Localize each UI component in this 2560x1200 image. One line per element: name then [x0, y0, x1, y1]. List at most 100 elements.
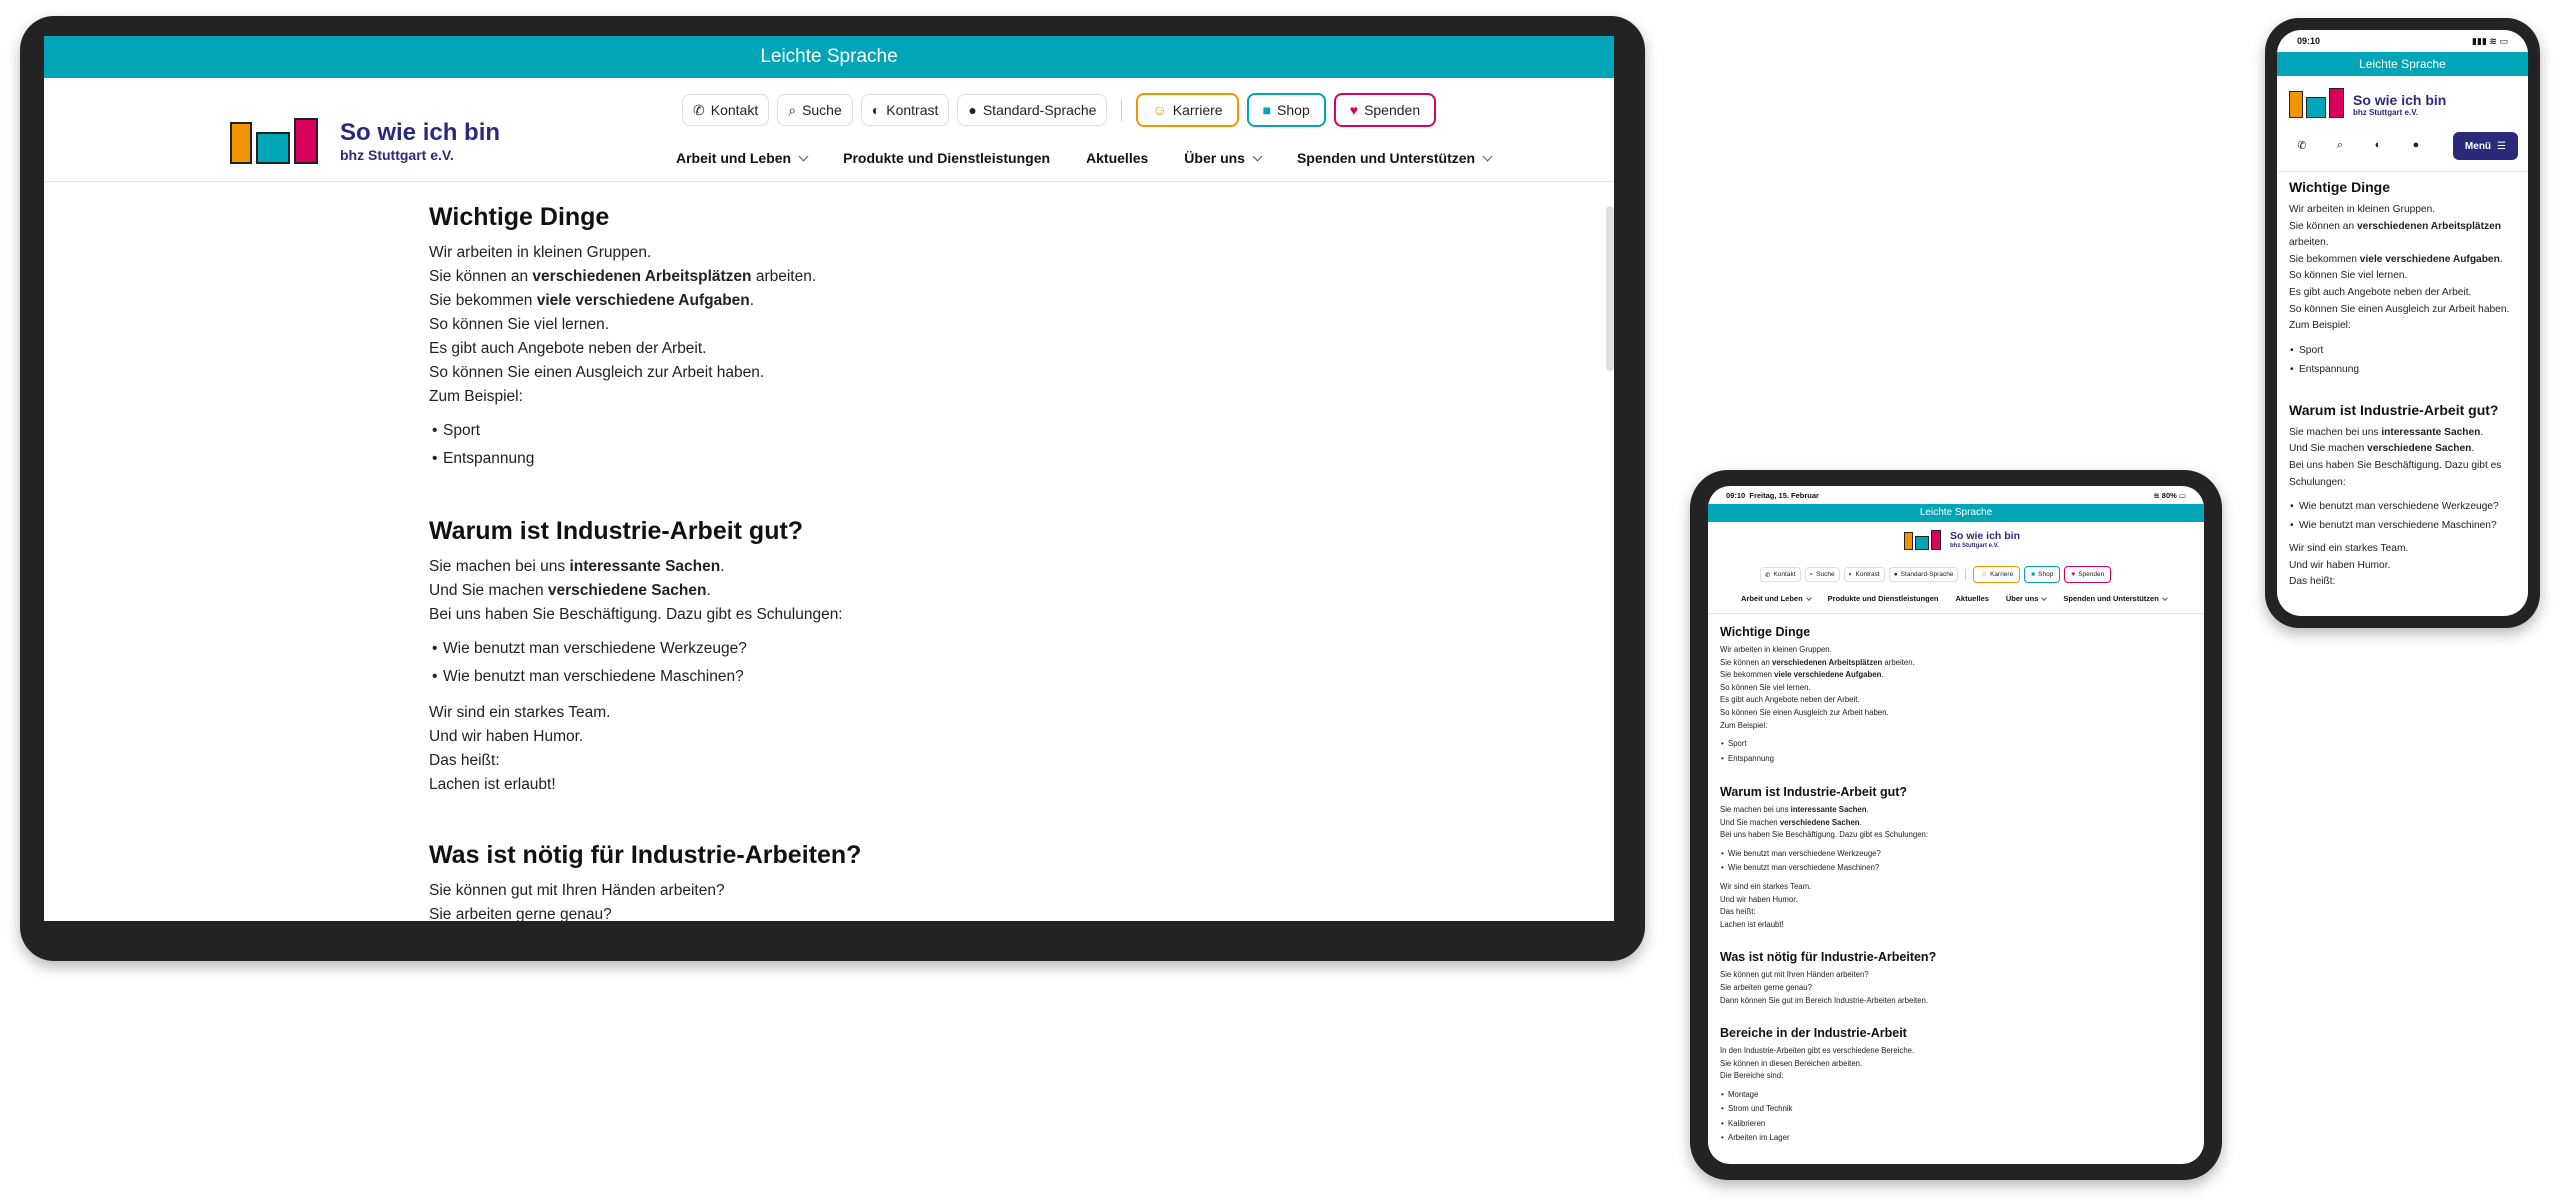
- nav-ueber-uns[interactable]: Über uns: [1184, 150, 1263, 166]
- laptop-frame: Leichte Sprache So wie ich bin bhz Stutt…: [20, 16, 1645, 961]
- kontrast-button[interactable]: ◐ Kontrast: [860, 94, 950, 126]
- text-line: Dann können Sie gut im Bereich Industrie…: [1720, 995, 1929, 1005]
- kontakt-button[interactable]: ✆ Kontakt: [682, 94, 770, 126]
- standard-sprache-button[interactable]: ● Standard-Sprache: [957, 94, 1108, 126]
- text-line: So können Sie viel lernen.: [2289, 270, 2408, 282]
- logo-title: So wie ich bin: [1950, 530, 2021, 542]
- heart-icon: ♥: [1349, 102, 1359, 118]
- nav-produkte[interactable]: Produkte und Dienstleistungen: [843, 150, 1050, 166]
- contrast-icon: ◐: [2374, 139, 2382, 151]
- menu-label: Menü: [2464, 140, 2492, 152]
- battery-icon: ▭: [2499, 35, 2508, 46]
- text-line: Es gibt auch Angebote neben der Arbeit.: [429, 340, 707, 357]
- shop-label: Shop: [2038, 571, 2054, 578]
- logo-subtitle: bhz Stuttgart e.V.: [1950, 543, 1999, 549]
- shop-button[interactable]: ■ Shop: [2024, 566, 2061, 583]
- list-item: Wie benutzt man verschiedene Werkzeuge?: [429, 635, 1329, 663]
- leichte-sprache-bar[interactable]: Leichte Sprache: [1708, 504, 2204, 522]
- nav-aktuelles[interactable]: Aktuelles: [1086, 150, 1148, 166]
- spenden-button[interactable]: ♥ Spenden: [1333, 93, 1437, 127]
- phone-status-bar: 09:10 ▮▮▮ ≋ ▭: [2277, 30, 2528, 52]
- chevron-down-icon: [2041, 594, 2048, 601]
- spenden-button[interactable]: ♥ Spenden: [2064, 566, 2112, 583]
- utility-bar: ✆ ⌕ ◐ ●: [2289, 132, 2429, 158]
- nav-label: Spenden und Unterstützen: [1296, 150, 1476, 166]
- nav-spenden-unterstuetzen[interactable]: Spenden und Unterstützen: [1296, 150, 1493, 166]
- kontakt-button[interactable]: ✆ Kontakt: [1760, 567, 1801, 582]
- shopping-bag-icon: ■: [1262, 102, 1272, 118]
- text-line: Und Sie machen verschiedene Sachen.: [1720, 817, 1862, 827]
- text-line: Sie machen bei uns interessante Sachen.: [429, 558, 725, 575]
- text-line: Sie bekommen viele verschiedene Aufgaben…: [2289, 253, 2503, 265]
- nav-arbeit-und-leben[interactable]: Arbeit und Leben: [676, 150, 809, 166]
- standard-sprache-button[interactable]: ●: [2403, 132, 2429, 158]
- text-line: Es gibt auch Angebote neben der Arbeit.: [2289, 286, 2472, 298]
- text-line: Wir sind ein starkes Team.: [2289, 543, 2409, 555]
- leichte-sprache-bar[interactable]: Leichte Sprache: [44, 36, 1614, 78]
- shop-button[interactable]: ■ Shop: [1246, 93, 1326, 127]
- kontrast-button[interactable]: ◐: [2365, 132, 2391, 158]
- search-icon: ⌕: [788, 101, 797, 118]
- nav-aktuelles[interactable]: Aktuelles: [1956, 594, 1989, 603]
- suche-button[interactable]: ⌕ Suche: [1804, 567, 1840, 582]
- text-line: Sie können in diesen Bereichen arbeiten.: [1720, 1058, 1863, 1068]
- nav-arbeit-und-leben[interactable]: Arbeit und Leben: [1741, 594, 1812, 603]
- site-logo[interactable]: So wie ich bin bhz Stuttgart e.V.: [230, 118, 500, 164]
- text-line: Sie können gut mit Ihren Händen arbeiten…: [429, 882, 725, 899]
- logo-books-icon: [2289, 88, 2349, 118]
- phone-icon: ✆: [1765, 571, 1771, 579]
- kontakt-button[interactable]: ✆: [2289, 132, 2315, 158]
- list-item: Wie benutzt man verschiedene Werkzeuge?: [2289, 497, 2519, 516]
- heading-warum-industrie-arbeit: Warum ist Industrie-Arbeit gut?: [2289, 401, 2499, 418]
- text-line: Und Sie machen verschiedene Sachen.: [2289, 443, 2475, 455]
- list-item: Sport: [429, 417, 1329, 445]
- logo-books-icon: [230, 118, 330, 164]
- kontrast-button[interactable]: ◐ Kontrast: [1843, 567, 1885, 582]
- nav-produkte[interactable]: Produkte und Dienstleistungen: [1828, 594, 1939, 603]
- nav-spenden-unterstuetzen[interactable]: Spenden und Unterstützen: [2063, 594, 2168, 603]
- list-item: Wie benutzt man verschiedene Maschinen?: [2289, 516, 2519, 535]
- list-item: Strom und Technik: [1720, 1102, 2190, 1117]
- text-line: Wir sind ein starkes Team.: [1720, 881, 1812, 891]
- heading-bereiche: Bereiche in der Industrie-Arbeit: [1720, 1026, 1907, 1041]
- karriere-button[interactable]: ☺ Karriere: [1136, 93, 1239, 127]
- standard-sprache-button[interactable]: ● Standard-Sprache: [1888, 567, 1959, 582]
- text-line: Sie können gut mit Ihren Händen arbeiten…: [1720, 970, 1869, 980]
- scrollbar[interactable]: [1606, 206, 1614, 371]
- site-logo[interactable]: So wie ich bin bhz Stuttgart e.V.: [2289, 88, 2446, 118]
- karriere-button[interactable]: ☺ Karriere: [1973, 566, 2021, 583]
- suche-button[interactable]: ⌕: [2327, 132, 2353, 158]
- text-line: Zum Beispiel:: [1720, 720, 1768, 730]
- site-logo[interactable]: So wie ich bin bhz Stuttgart e.V.: [1904, 530, 2020, 550]
- menu-button[interactable]: Menü ☰: [2452, 132, 2518, 160]
- list-beispiele: Sport Entspannung: [2289, 341, 2519, 379]
- main-content: Wichtige Dinge Wir arbeiten in kleinen G…: [2289, 178, 2519, 591]
- tablet-status-bar: 09:10 Freitag, 15. Februar ≋ 80% ▭: [1708, 486, 2204, 504]
- text-line: Sie können an verschiedenen Arbeitsplätz…: [1720, 657, 1915, 667]
- text-line: So können Sie einen Ausgleich zur Arbeit…: [2289, 303, 2510, 315]
- status-date: Freitag, 15. Februar: [1749, 490, 1819, 500]
- logo-subtitle: bhz Stuttgart e.V.: [340, 147, 454, 163]
- karriere-label: Karriere: [1990, 571, 2014, 578]
- heading-was-ist-noetig: Was ist nötig für Industrie-Arbeiten?: [1720, 950, 1937, 965]
- phone-frame: 09:10 ▮▮▮ ≋ ▭ Leichte Sprache So wie ich…: [2265, 18, 2540, 628]
- user-icon: ☺: [1152, 102, 1167, 118]
- nav-label: Über uns: [2005, 594, 2039, 603]
- utility-separator: [1965, 569, 1967, 580]
- shop-label: Shop: [1277, 102, 1310, 118]
- chevron-down-icon: [798, 151, 809, 161]
- text-line: Bei uns haben Sie Beschäftigung. Dazu gi…: [429, 606, 843, 623]
- list-item: Entspannung: [2289, 360, 2519, 379]
- list-item: Entspannung: [429, 445, 1329, 473]
- list-beispiele: Sport Entspannung: [429, 417, 1329, 473]
- nav-ueber-uns[interactable]: Über uns: [2005, 594, 2048, 603]
- suche-button[interactable]: ⌕ Suche: [777, 94, 853, 126]
- text-line: So können Sie einen Ausgleich zur Arbeit…: [429, 364, 765, 381]
- leichte-sprache-bar[interactable]: Leichte Sprache: [2277, 52, 2528, 76]
- search-icon: ⌕: [2336, 138, 2344, 151]
- text-line: So können Sie einen Ausgleich zur Arbeit…: [1720, 707, 1889, 717]
- logo-books-icon: [1904, 530, 1946, 550]
- spenden-label: Spenden: [2078, 571, 2105, 578]
- battery-icon: ▭: [2178, 490, 2186, 500]
- chevron-down-icon: [1482, 151, 1493, 161]
